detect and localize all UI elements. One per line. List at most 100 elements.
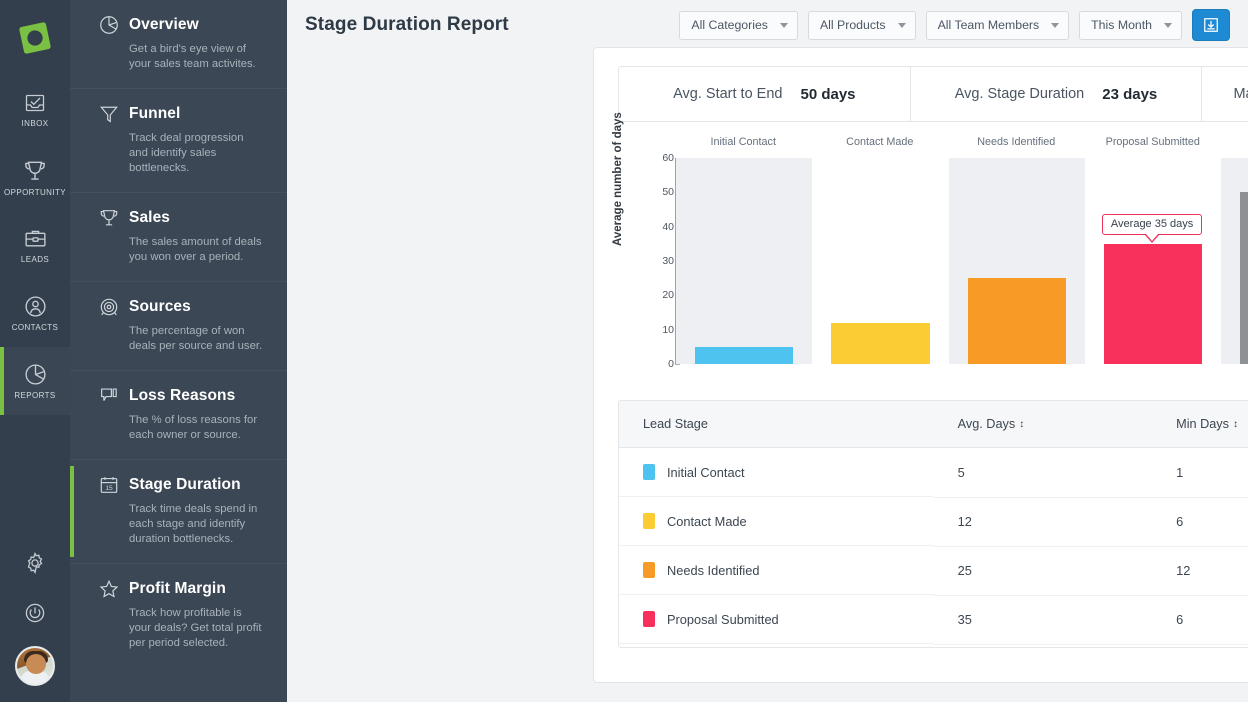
- app-logo[interactable]: [0, 0, 70, 75]
- chart-bar[interactable]: [831, 322, 930, 364]
- nav-item-sales[interactable]: Sales The sales amount of deals you won …: [70, 193, 287, 282]
- chevron-down-icon: [779, 22, 788, 28]
- chart-x-labels: Initial Contact Contact Made Needs Identif…: [675, 136, 1248, 154]
- nav-item-desc: The percentage of won deals per source a…: [129, 325, 263, 352]
- app-root: INBOX OPPORTUNITY LEADS CONTACTS REPORTS…: [0, 0, 1248, 702]
- filter-label: All Team Members: [937, 18, 1040, 32]
- cell-lead-stage: Needs Identified: [619, 546, 934, 595]
- stat-label: Avg. Stage Duration: [954, 86, 1085, 102]
- report-nav: Overview Get a bird's eye view of your s…: [70, 0, 287, 702]
- sidebar-item-opportunity[interactable]: OPPORTUNITY: [0, 143, 70, 211]
- chart-bar[interactable]: [695, 346, 794, 364]
- nav-item-profit-margin[interactable]: Profit Margin Track how profitable is yo…: [70, 564, 287, 667]
- stage-table-container: Lead Stage Avg. Days↕ Min Days↕ Max Days…: [618, 400, 1248, 648]
- page-title: Stage Duration Report: [305, 14, 509, 35]
- cell-avg-days: 50: [933, 644, 1153, 647]
- power-icon: [25, 603, 45, 623]
- table-row[interactable]: In Negotiation503100: [619, 644, 1248, 647]
- chart-x-label: Needs Identified: [977, 136, 1056, 148]
- target-icon: [100, 298, 118, 316]
- chart-column: [948, 158, 1085, 364]
- stat-label: Avg. Start to End: [673, 86, 783, 102]
- trophy-icon: [100, 210, 118, 226]
- chart-bar[interactable]: [1104, 243, 1203, 364]
- gear-icon: [27, 552, 43, 575]
- sort-icon[interactable]: ↕: [1019, 419, 1024, 430]
- chart-plot-area: [675, 158, 1248, 364]
- chart-column: [1221, 158, 1248, 364]
- cell-min-days: 12: [1152, 546, 1248, 596]
- sidebar-item-leads[interactable]: LEADS: [0, 211, 70, 279]
- funnel-icon: [100, 106, 118, 123]
- cell-lead-stage: Contact Made: [619, 497, 934, 546]
- chart-y-tick: 20: [636, 289, 680, 301]
- cell-min-days: 1: [1152, 447, 1248, 498]
- download-button[interactable]: [1192, 9, 1230, 41]
- sidebar-item-inbox[interactable]: INBOX: [0, 75, 70, 143]
- sort-icon[interactable]: ↕: [1233, 419, 1238, 430]
- column-lead-stage[interactable]: Lead Stage: [619, 401, 934, 448]
- report-card: Avg. Start to End 50 days Avg. Stage Dur…: [593, 47, 1248, 683]
- table-row[interactable]: Proposal Submitted35680: [619, 595, 1248, 645]
- table-row[interactable]: Needs Identified251250: [619, 546, 1248, 596]
- table-row[interactable]: Initial Contact5120: [619, 447, 1248, 498]
- chart-bar[interactable]: [1240, 192, 1248, 364]
- cell-min-days: 6: [1152, 497, 1248, 547]
- filter-period[interactable]: This Month: [1079, 10, 1182, 40]
- settings-button[interactable]: [18, 546, 52, 580]
- chart-y-axis: 60 50 40 30 20 10 0: [636, 152, 680, 370]
- sidebar-item-label: LEADS: [20, 255, 50, 264]
- table-header-row: Lead Stage Avg. Days↕ Min Days↕ Max Days…: [619, 401, 1248, 448]
- icon-rail: INBOX OPPORTUNITY LEADS CONTACTS REPORTS: [0, 0, 70, 702]
- cell-avg-days: 12: [933, 497, 1153, 547]
- column-avg-days[interactable]: Avg. Days ↕: [933, 401, 1153, 448]
- cell-avg-days: 25: [933, 546, 1153, 596]
- sidebar-item-reports[interactable]: REPORTS: [0, 347, 70, 415]
- cell-avg-days: 35: [933, 595, 1153, 645]
- column-min-days[interactable]: Min Days ↕: [1152, 401, 1248, 448]
- nav-item-stage-duration[interactable]: 15 Stage Duration Track time deals spend…: [70, 460, 287, 564]
- sidebar-item-contacts[interactable]: CONTACTS: [0, 279, 70, 347]
- filter-products[interactable]: All Products: [807, 10, 916, 40]
- table-row[interactable]: Contact Made12635: [619, 497, 1248, 547]
- stage-color-swatch: [643, 513, 655, 529]
- nav-item-loss-reasons[interactable]: Loss Reasons The % of loss reasons for e…: [70, 371, 287, 460]
- avatar[interactable]: [15, 646, 55, 686]
- inbox-icon: [25, 94, 45, 111]
- chart-column: [1085, 158, 1221, 364]
- filter-team-members[interactable]: All Team Members: [925, 10, 1070, 40]
- stat-avg-start-to-end: Avg. Start to End 50 days: [619, 67, 911, 121]
- stage-color-swatch: [643, 562, 655, 578]
- chart-y-tick-mark: [675, 364, 680, 365]
- rail-bottom-group: [0, 546, 70, 702]
- stage-duration-chart: Initial Contact Contact Made Needs Identif…: [612, 112, 1248, 386]
- nav-item-title: Overview: [129, 16, 199, 33]
- contact-icon: [24, 296, 46, 317]
- filter-label: All Categories: [691, 18, 768, 32]
- nav-item-head: Funnel: [98, 103, 265, 125]
- nav-item-head: Sales: [98, 207, 265, 229]
- chart-y-axis-label: Average number of days: [612, 112, 624, 246]
- power-button[interactable]: [18, 596, 52, 630]
- chart-x-label: Proposal Submitted: [1105, 136, 1200, 148]
- nav-item-overview[interactable]: Overview Get a bird's eye view of your s…: [70, 0, 287, 89]
- nav-item-sources[interactable]: Sources The percentage of won deals per …: [70, 282, 287, 371]
- chart-bar[interactable]: [967, 278, 1066, 364]
- nav-item-desc: Track how profitable is your deals? Get …: [129, 607, 262, 649]
- filter-categories[interactable]: All Categories: [679, 10, 798, 40]
- chart-y-tick: 40: [636, 221, 680, 233]
- sidebar-item-label: CONTACTS: [11, 323, 59, 332]
- cell-lead-stage: In Negotiation: [619, 644, 934, 647]
- logo-icon: [19, 21, 51, 54]
- avatar-face: [26, 654, 46, 674]
- nav-item-title: Sources: [129, 298, 191, 315]
- thumbs-down-icon: [101, 388, 117, 401]
- pie-chart-icon: [100, 16, 118, 34]
- cell-min-days: 6: [1152, 595, 1248, 645]
- nav-item-funnel[interactable]: Funnel Track deal progression and identi…: [70, 89, 287, 193]
- stat-avg-stage-duration: Avg. Stage Duration 23 days: [911, 67, 1203, 121]
- chart-column: [812, 158, 948, 364]
- nav-item-head: Loss Reasons: [98, 385, 265, 407]
- summary-stats: Avg. Start to End 50 days Avg. Stage Dur…: [618, 66, 1248, 122]
- nav-item-desc: The sales amount of deals you won over a…: [129, 236, 262, 263]
